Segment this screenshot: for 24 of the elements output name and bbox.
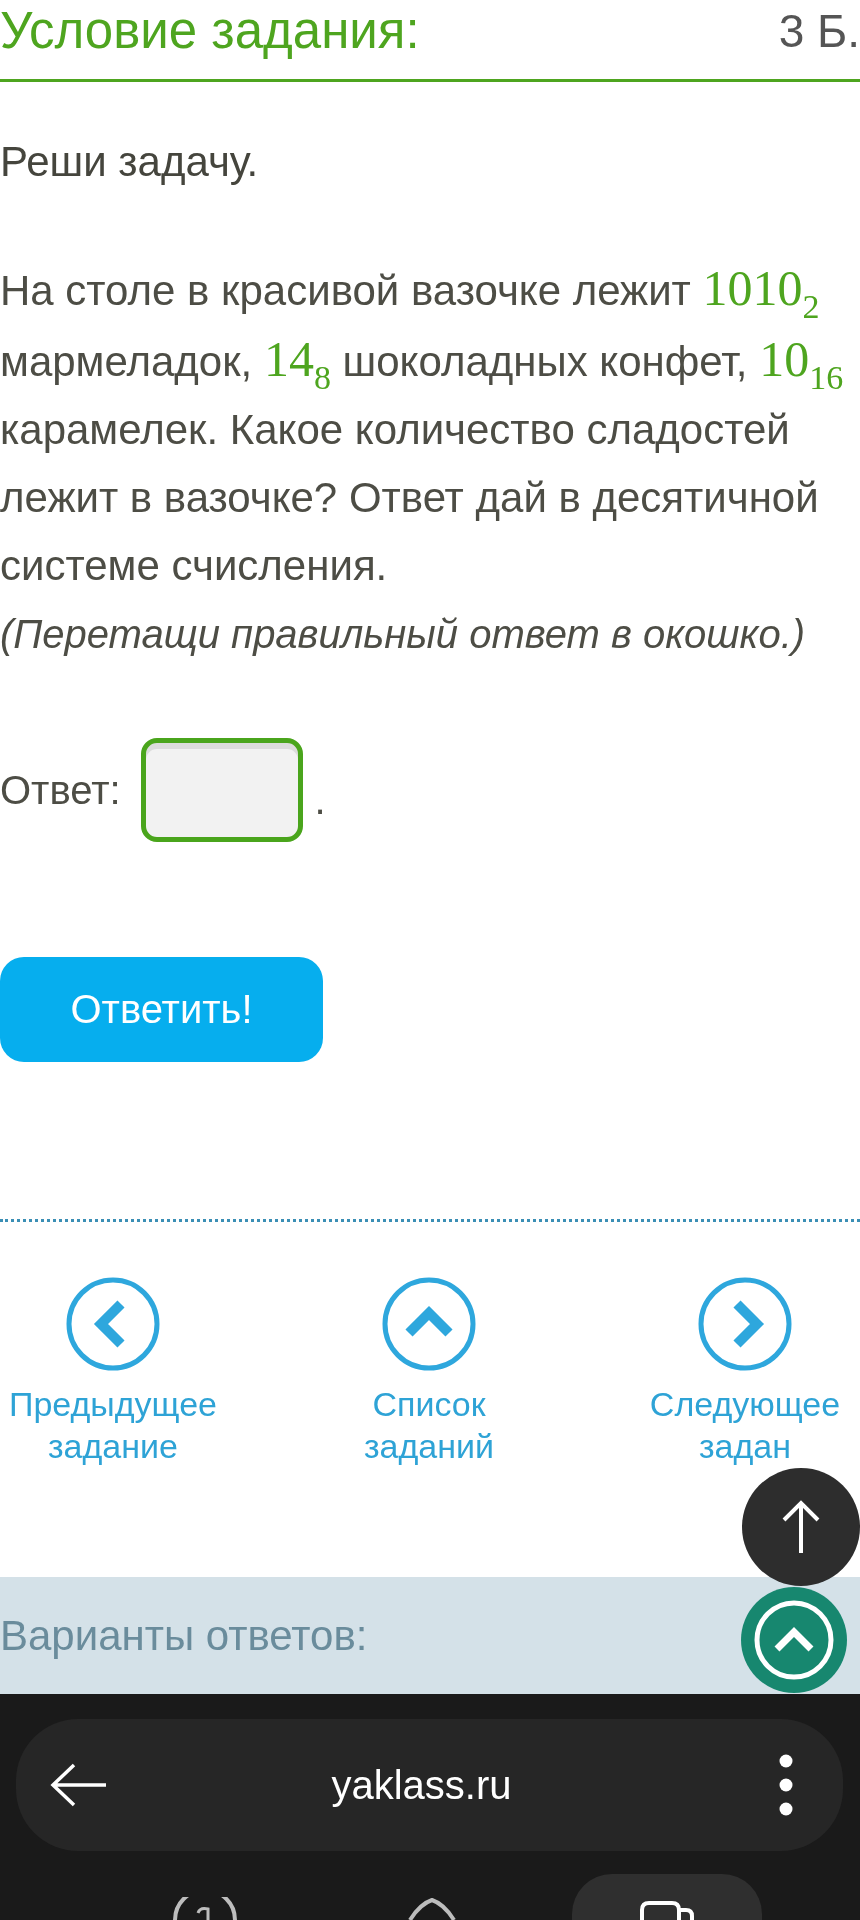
answer-label: Ответ: [0,767,121,814]
section-title: Условие задания: [0,1,420,61]
arrow-up-icon [781,1499,821,1555]
hint-text: (Перетащи правильный ответ в окошко.) [0,611,806,658]
circle-chevron-up-icon [753,1599,835,1681]
more-menu-icon[interactable] [779,1754,793,1816]
circle-chevron-left-icon [66,1277,160,1371]
next-task-link[interactable]: Следующее задан [632,1277,858,1467]
tabs-button[interactable] [572,1874,762,1920]
task-list-link[interactable]: Список заданий [316,1277,542,1467]
url-text: yaklass.ru [331,1762,512,1809]
circle-chevron-up-icon [382,1277,476,1371]
options-title: Варианты ответов: [0,1610,368,1661]
points-text: 3 Б. [778,4,860,59]
circle-chevron-right-icon [698,1277,792,1371]
answer-box[interactable] [140,738,303,842]
back-arrow-icon[interactable] [50,1763,108,1807]
submit-button[interactable]: Ответить! [0,957,323,1062]
address-bar[interactable]: yaklass.ru [16,1719,843,1851]
previous-task-link[interactable]: Предыдущее задание [0,1277,226,1467]
circle-icon[interactable] [172,1897,238,1920]
instruction-text: Реши задачу. [0,137,259,187]
answer-period: . [314,777,326,824]
problem-text: На столе в красивой вазочке лежит 1010$_{2}$ мармеладок, 14$_{8}$ шоколадных конфет, 10$_{16}$ карамелек. Какое количество сладостей лежит в вазочке? Ответ дай в десятичной системе счисления. [0,259,845,591]
